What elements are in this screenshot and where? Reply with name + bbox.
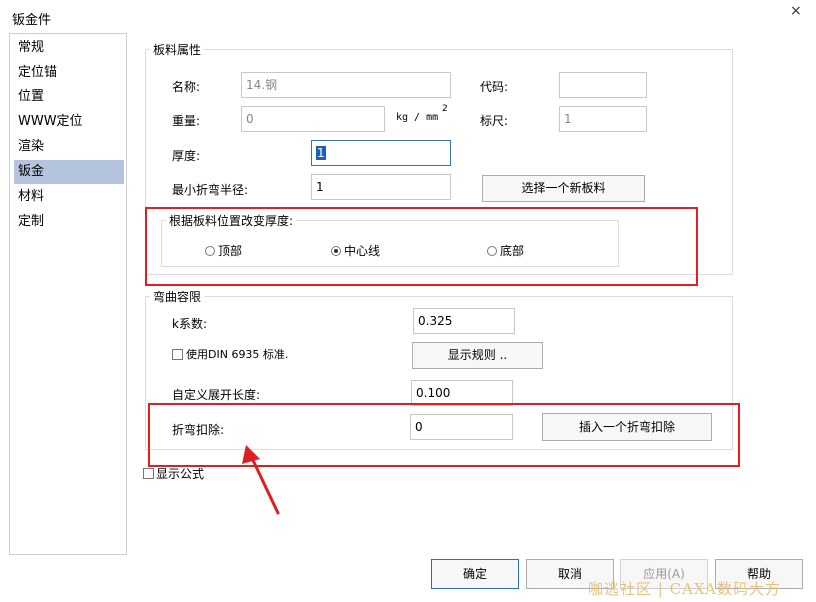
annotation-arrow-icon (242, 445, 280, 515)
watermark: 咖逃社区 | CAXA数码大方 (588, 580, 781, 598)
min-radius-field[interactable]: 1 (311, 174, 451, 200)
din-checkbox[interactable]: 使用DIN 6935 标准. (172, 346, 288, 362)
sidebar-item-position[interactable]: 位置 (14, 85, 124, 109)
show-formula-label: 显示公式 (156, 467, 205, 481)
code-label: 代码: (480, 80, 509, 94)
k-factor-field[interactable]: 0.325 (413, 308, 515, 334)
weight-label: 重量: (172, 114, 201, 128)
sidebar-item-material[interactable]: 材料 (14, 185, 124, 209)
code-field[interactable] (559, 72, 647, 98)
ok-button[interactable]: 确定 (431, 559, 519, 589)
weight-field[interactable]: 0 (241, 106, 385, 132)
sidebar-item-sheet-metal[interactable]: 钣金 (14, 160, 124, 184)
scale-label: 标尺: (480, 114, 509, 128)
sidebar-item-general[interactable]: 常规 (14, 36, 124, 60)
weight-unit: kg / mm (396, 112, 439, 123)
min-radius-label: 最小折弯半径: (172, 183, 249, 197)
show-formula-checkbox[interactable]: 显示公式 (143, 465, 204, 482)
weight-unit-exponent: 2 (442, 104, 448, 114)
sidebar-item-render[interactable]: 渲染 (14, 135, 124, 159)
show-formula-checkbox-box[interactable] (143, 468, 154, 479)
custom-length-label: 自定义展开长度: (172, 388, 261, 402)
name-label: 名称: (172, 80, 201, 94)
select-material-button[interactable]: 选择一个新板料 (482, 175, 645, 202)
highlight-box-thickness (145, 207, 698, 286)
k-factor-label: k系数: (172, 317, 207, 331)
window-title: 钣金件 (12, 13, 52, 28)
din-checkbox-box[interactable] (172, 348, 183, 360)
bend-allowance-title: 弯曲容限 (150, 288, 205, 305)
name-field[interactable]: 14.钢 (241, 72, 451, 98)
show-rules-button[interactable]: 显示规则 .. (412, 342, 543, 369)
sidebar-item-www-position[interactable]: WWW定位 (14, 110, 124, 134)
thickness-field[interactable]: 1 (311, 140, 451, 166)
sidebar: 常规 定位锚 位置 WWW定位 渲染 钣金 材料 定制 (9, 33, 127, 555)
sidebar-item-anchor[interactable]: 定位锚 (14, 61, 124, 85)
close-icon[interactable]: × (790, 3, 802, 19)
scale-field[interactable]: 1 (559, 106, 647, 132)
thickness-label: 厚度: (172, 149, 201, 163)
sheet-props-title: 板料属性 (150, 41, 205, 58)
thickness-value: 1 (316, 146, 326, 160)
sidebar-item-custom[interactable]: 定制 (14, 210, 124, 234)
din-checkbox-label: 使用DIN 6935 标准. (186, 348, 289, 361)
